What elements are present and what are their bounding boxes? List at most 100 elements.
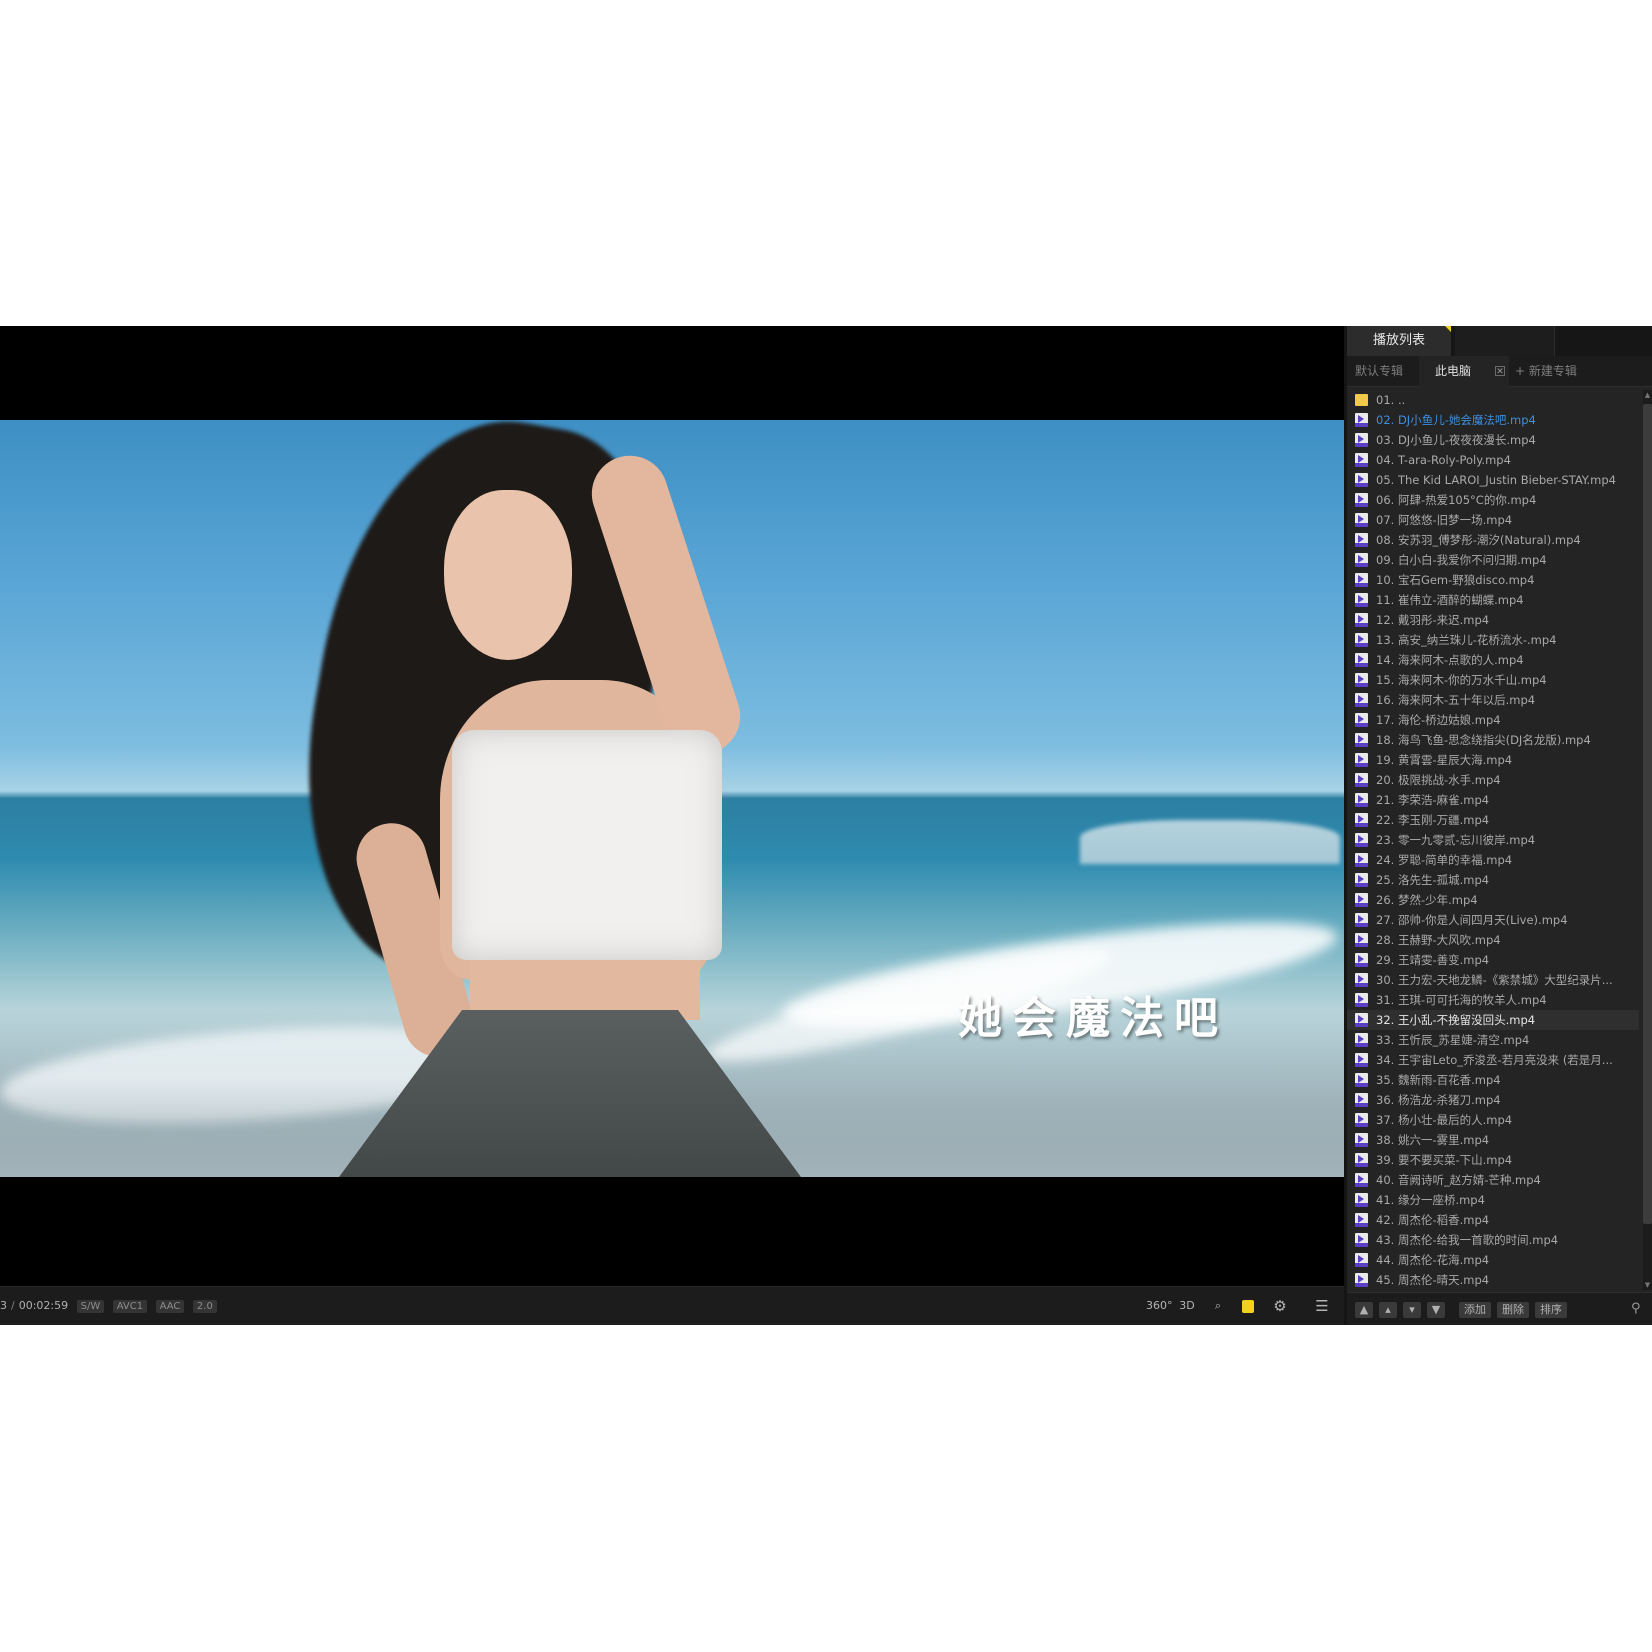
- playlist-item[interactable]: 02. DJ小鱼儿-她会魔法吧.mp4: [1347, 410, 1639, 430]
- search-icon[interactable]: ⚲: [1631, 1301, 1647, 1317]
- playlist-item[interactable]: 26. 梦然-少年.mp4: [1347, 890, 1639, 910]
- mp4-file-icon: [1355, 1093, 1368, 1107]
- playlist-item[interactable]: 34. 王宇宙Leto_乔浚丞-若月亮没来 (若是月...: [1347, 1050, 1639, 1070]
- tab-new-album[interactable]: + 新建专辑: [1515, 356, 1577, 387]
- mp4-file-icon: [1355, 613, 1368, 627]
- 3d-button[interactable]: 3D: [1177, 1296, 1197, 1316]
- playlist-item[interactable]: 39. 要不要买菜-下山.mp4: [1347, 1150, 1639, 1170]
- playlist-item-label: 41. 缘分一座桥.mp4: [1376, 1193, 1485, 1207]
- volume-icon[interactable]: 🔈: [1244, 1270, 1260, 1271]
- playlist-title-tab[interactable]: 播放列表: [1347, 326, 1451, 356]
- playlist-item[interactable]: 06. 阿肆-热爱105°C的你.mp4: [1347, 490, 1639, 510]
- playlist-item[interactable]: 14. 海来阿木-点歌的人.mp4: [1347, 650, 1639, 670]
- video-subtitle: 她会魔法吧: [958, 993, 1228, 1044]
- move-up-button[interactable]: ▴: [1379, 1302, 1397, 1318]
- move-top-button[interactable]: ▲: [1355, 1302, 1373, 1318]
- playlist-item[interactable]: 32. 王小乱-不挽留没回头.mp4: [1347, 1010, 1639, 1030]
- playlist-item[interactable]: 12. 戴羽彤-来迟.mp4: [1347, 610, 1639, 630]
- scroll-up-icon[interactable]: ▲: [1643, 390, 1652, 400]
- mp4-file-icon: [1355, 773, 1368, 787]
- playlist-item[interactable]: 23. 零一九零贰-忘川彼岸.mp4: [1347, 830, 1639, 850]
- badge-render[interactable]: S/W: [76, 1300, 105, 1313]
- playlist-item[interactable]: 29. 王靖雯-善变.mp4: [1347, 950, 1639, 970]
- playlist-item[interactable]: 41. 缘分一座桥.mp4: [1347, 1190, 1639, 1210]
- playlist-item[interactable]: 40. 音阙诗听_赵方婧-芒种.mp4: [1347, 1170, 1639, 1190]
- subtitle-icon[interactable]: [1242, 1300, 1254, 1313]
- playlist-item[interactable]: 37. 杨小壮-最后的人.mp4: [1347, 1110, 1639, 1130]
- badge-audio-channels[interactable]: 2.0: [192, 1300, 217, 1313]
- playlist-item[interactable]: 35. 魏新雨-百花香.mp4: [1347, 1070, 1639, 1090]
- playlist-item[interactable]: 09. 白小白-我爱你不问归期.mp4: [1347, 550, 1639, 570]
- playlist-item-label: 23. 零一九零贰-忘川彼岸.mp4: [1376, 833, 1536, 847]
- playlist-item-label: 24. 罗聪-简单的幸福.mp4: [1376, 853, 1513, 867]
- sort-button[interactable]: 排序: [1535, 1302, 1567, 1318]
- video-area[interactable]: 她会魔法吧 🔈: [0, 326, 1344, 1271]
- playlist-item[interactable]: 04. T-ara-Roly-Poly.mp4: [1347, 450, 1639, 470]
- mp4-file-icon: [1355, 853, 1368, 867]
- badge-audio-codec[interactable]: AAC: [155, 1300, 185, 1313]
- mp4-file-icon: [1355, 433, 1368, 447]
- playlist-item[interactable]: 03. DJ小鱼儿-夜夜夜漫长.mp4: [1347, 430, 1639, 450]
- gear-icon[interactable]: ⚙: [1270, 1296, 1290, 1316]
- tab-this-pc[interactable]: 此电脑 ✕: [1419, 356, 1509, 387]
- playlist-item[interactable]: 22. 李玉刚-万疆.mp4: [1347, 810, 1639, 830]
- playlist-item-label: 31. 王琪-可可托海的牧羊人.mp4: [1376, 993, 1547, 1007]
- playlist-item-label: 37. 杨小壮-最后的人.mp4: [1376, 1113, 1513, 1127]
- control-bar: 3/00:02:59 S/W AVC1 AAC 2.0 360° 3D ⌕ ⚙ …: [0, 1286, 1344, 1325]
- mp4-file-icon: [1355, 1133, 1368, 1147]
- playlist-item[interactable]: 15. 海来阿木-你的万水千山.mp4: [1347, 670, 1639, 690]
- playlist-item[interactable]: 19. 黄霄雲-星辰大海.mp4: [1347, 750, 1639, 770]
- playlist-item[interactable]: 28. 王赫野-大风吹.mp4: [1347, 930, 1639, 950]
- playlist-item-label: 19. 黄霄雲-星辰大海.mp4: [1376, 753, 1513, 767]
- playlist-item[interactable]: 25. 洛先生-孤城.mp4: [1347, 870, 1639, 890]
- time-display: 3/00:02:59 S/W AVC1 AAC 2.0: [0, 1299, 217, 1313]
- mp4-file-icon: [1355, 533, 1368, 547]
- scroll-down-icon[interactable]: ▼: [1643, 1280, 1652, 1290]
- album-tabs: 默认专辑 此电脑 ✕ + 新建专辑: [1347, 356, 1652, 387]
- playlist-item[interactable]: 27. 邵帅-你是人间四月天(Live).mp4: [1347, 910, 1639, 930]
- playlist-item[interactable]: 05. The Kid LAROI_Justin Bieber-STAY.mp4: [1347, 470, 1639, 490]
- playlist-item[interactable]: 13. 高安_纳兰珠儿-花桥流水-.mp4: [1347, 630, 1639, 650]
- scroll-thumb[interactable]: [1643, 404, 1652, 1224]
- add-button[interactable]: 添加: [1459, 1302, 1491, 1318]
- playlist-item[interactable]: 31. 王琪-可可托海的牧羊人.mp4: [1347, 990, 1639, 1010]
- playlist-item[interactable]: 45. 周杰伦-晴天.mp4: [1347, 1270, 1639, 1290]
- playlist-header-tab[interactable]: [1455, 326, 1555, 356]
- playlist-item[interactable]: 01. ..: [1347, 390, 1639, 410]
- playlist-item[interactable]: 33. 王忻辰_苏星婕-清空.mp4: [1347, 1030, 1639, 1050]
- playlist-item-label: 40. 音阙诗听_赵方婧-芒种.mp4: [1376, 1173, 1541, 1187]
- playlist-item[interactable]: 42. 周杰伦-稻香.mp4: [1347, 1210, 1639, 1230]
- playlist-item[interactable]: 21. 李荣浩-麻雀.mp4: [1347, 790, 1639, 810]
- playlist-item[interactable]: 11. 崔伟立-酒醉的蝴蝶.mp4: [1347, 590, 1639, 610]
- playlist-item[interactable]: 17. 海伦-桥边姑娘.mp4: [1347, 710, 1639, 730]
- mp4-file-icon: [1355, 1073, 1368, 1087]
- playlist-item[interactable]: 18. 海鸟飞鱼-思念绕指尖(DJ名龙版).mp4: [1347, 730, 1639, 750]
- vr-360-button[interactable]: 360°: [1146, 1296, 1173, 1316]
- move-bottom-button[interactable]: ▼: [1427, 1302, 1445, 1318]
- badge-video-codec[interactable]: AVC1: [112, 1300, 148, 1313]
- zoom-icon[interactable]: ⌕: [1208, 1296, 1228, 1316]
- playlist-scrollbar[interactable]: ▲ ▼: [1643, 390, 1652, 1290]
- playlist-item-label: 28. 王赫野-大风吹.mp4: [1376, 933, 1501, 947]
- mp4-file-icon: [1355, 1273, 1368, 1287]
- move-down-button[interactable]: ▾: [1403, 1302, 1421, 1318]
- playlist-item[interactable]: 38. 姚六一-雾里.mp4: [1347, 1130, 1639, 1150]
- tab-default-album[interactable]: 默认专辑: [1355, 356, 1403, 387]
- playlist-item[interactable]: 08. 安苏羽_傅梦彤-潮汐(Natural).mp4: [1347, 530, 1639, 550]
- video-frame[interactable]: 她会魔法吧: [0, 420, 1344, 1177]
- playlist-item[interactable]: 30. 王力宏-天地龙鳞-《紫禁城》大型纪录片...: [1347, 970, 1639, 990]
- menu-icon[interactable]: ☰: [1312, 1296, 1332, 1316]
- playlist-item[interactable]: 36. 杨浩龙-杀猪刀.mp4: [1347, 1090, 1639, 1110]
- playlist-item-label: 05. The Kid LAROI_Justin Bieber-STAY.mp4: [1376, 473, 1616, 487]
- delete-button[interactable]: 删除: [1497, 1302, 1529, 1318]
- playlist-item[interactable]: 20. 极限挑战-水手.mp4: [1347, 770, 1639, 790]
- playlist-item-label: 22. 李玉刚-万疆.mp4: [1376, 813, 1490, 827]
- playlist-item[interactable]: 16. 海来阿木-五十年以后.mp4: [1347, 690, 1639, 710]
- playlist-item[interactable]: 43. 周杰伦-给我一首歌的时间.mp4: [1347, 1230, 1639, 1250]
- playlist-item[interactable]: 10. 宝石Gem-野狼disco.mp4: [1347, 570, 1639, 590]
- close-icon[interactable]: ✕: [1495, 366, 1505, 377]
- playlist-item[interactable]: 07. 阿悠悠-旧梦一场.mp4: [1347, 510, 1639, 530]
- playlist-header: 播放列表: [1347, 326, 1652, 356]
- playlist-item[interactable]: 44. 周杰伦-花海.mp4: [1347, 1250, 1639, 1270]
- playlist-item[interactable]: 24. 罗聪-简单的幸福.mp4: [1347, 850, 1639, 870]
